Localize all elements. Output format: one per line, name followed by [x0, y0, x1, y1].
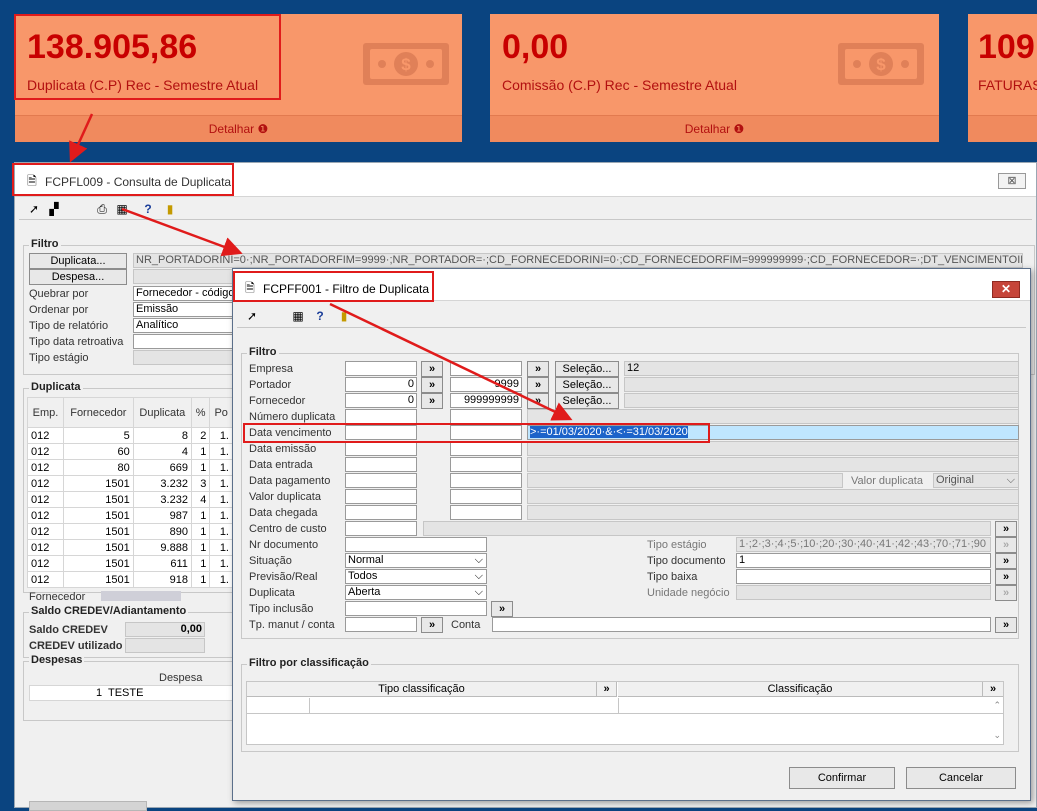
arrow-dialog-to-date [329, 302, 573, 421]
annotation-arrows [69, 113, 573, 421]
arrow-window-to-dialog [121, 207, 243, 257]
arrow-card-to-window [69, 113, 94, 163]
